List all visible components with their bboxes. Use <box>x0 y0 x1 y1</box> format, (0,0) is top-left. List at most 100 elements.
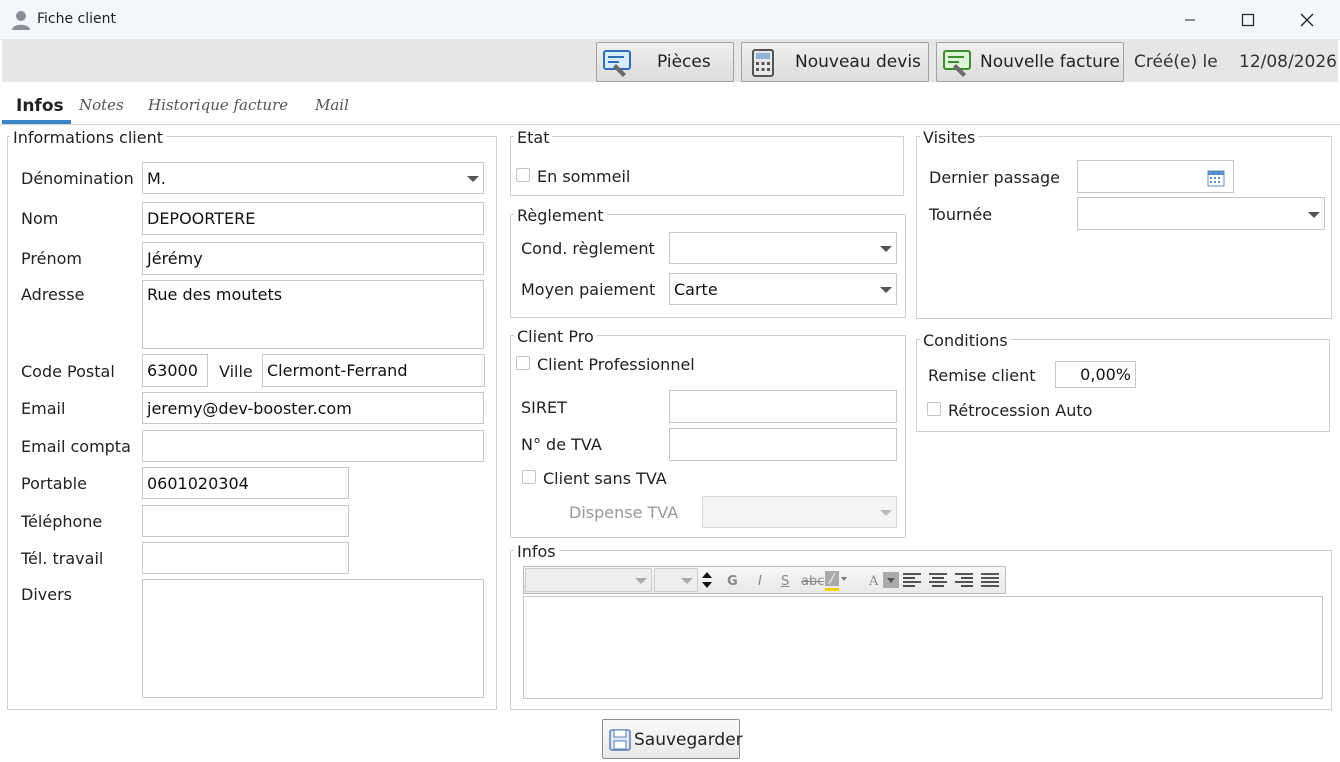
telephone-field[interactable] <box>142 505 349 537</box>
adresse-field[interactable]: Rue des moutets <box>142 280 484 349</box>
moyen-paiement-label: Moyen paiement <box>521 280 656 299</box>
new-quote-button[interactable]: Nouveau devis <box>741 42 929 82</box>
close-button[interactable] <box>1284 6 1330 34</box>
email-compta-label: Email compta <box>21 437 131 456</box>
tournee-select[interactable] <box>1077 197 1325 230</box>
nom-field[interactable]: DEPOORTERE <box>142 202 484 235</box>
client-pro-title: Client Pro <box>514 327 597 346</box>
siret-field[interactable] <box>669 390 897 423</box>
title-bar <box>0 0 1340 40</box>
dispense-tva-select[interactable] <box>702 496 897 528</box>
infos-editor[interactable] <box>523 596 1323 699</box>
ville-label: Ville <box>219 362 253 381</box>
save-label: Sauvegarder <box>634 730 743 750</box>
close-icon <box>1300 13 1314 27</box>
chevron-down-icon <box>880 287 892 293</box>
adresse-label: Adresse <box>21 285 85 304</box>
siret-label: SIRET <box>521 398 567 417</box>
chevron-down-icon <box>681 578 693 584</box>
created-date: 12/08/2026 <box>1239 52 1337 72</box>
cond-reglement-select[interactable] <box>669 232 897 264</box>
etat-group <box>510 136 904 196</box>
new-invoice-button[interactable]: Nouvelle facture <box>936 42 1124 82</box>
dernier-passage-field[interactable] <box>1077 160 1234 193</box>
divers-field[interactable] <box>142 579 484 698</box>
nom-label: Nom <box>21 209 59 228</box>
ville-field[interactable]: Clermont-Ferrand <box>262 354 485 387</box>
portable-label: Portable <box>21 474 87 493</box>
tabs-divider <box>0 124 1340 125</box>
remise-label: Remise client <box>928 366 1036 385</box>
etat-title: Etat <box>514 128 553 147</box>
moyen-paiement-select[interactable]: Carte <box>669 273 897 305</box>
new-invoice-label: Nouvelle facture <box>980 52 1120 72</box>
denomination-value: M. <box>147 168 166 188</box>
calculator-icon <box>752 49 774 77</box>
spinner-icon[interactable] <box>700 569 714 591</box>
italic-button[interactable]: I <box>758 574 762 589</box>
sans-tva-label: Client sans TVA <box>543 469 667 488</box>
sans-tva-checkbox[interactable] <box>522 470 536 484</box>
visites-title: Visites <box>920 128 979 147</box>
minimize-icon <box>1185 19 1195 21</box>
font-size-select[interactable] <box>654 568 698 592</box>
sommeil-checkbox[interactable] <box>516 168 530 182</box>
tab-history[interactable]: Historique facture <box>148 96 288 114</box>
tab-notes[interactable]: Notes <box>79 96 124 114</box>
tournee-label: Tournée <box>929 205 993 224</box>
client-pro-label: Client Professionnel <box>537 355 695 374</box>
reglement-title: Règlement <box>514 206 607 225</box>
divers-label: Divers <box>21 585 72 604</box>
font-color-dropdown-icon[interactable] <box>883 572 899 588</box>
denomination-label: Dénomination <box>21 169 134 188</box>
retrocession-label: Rétrocession Auto <box>948 401 1093 420</box>
portable-field[interactable]: 0601020304 <box>142 467 349 499</box>
font-family-select[interactable] <box>525 568 652 592</box>
user-icon <box>12 11 30 30</box>
alignment-icons[interactable] <box>903 572 999 588</box>
tva-label: N° de TVA <box>521 435 602 454</box>
tel-travail-label: Tél. travail <box>21 549 104 568</box>
highlight-icon[interactable] <box>825 571 847 593</box>
prenom-field[interactable]: Jérémy <box>142 242 484 275</box>
dernier-passage-label: Dernier passage <box>929 168 1060 187</box>
email-label: Email <box>21 399 66 418</box>
client-info-title: Informations client <box>10 128 166 147</box>
strikethrough-button[interactable]: abc <box>801 574 824 589</box>
retrocession-checkbox[interactable] <box>927 402 941 416</box>
calendar-icon[interactable] <box>1207 169 1225 187</box>
infos-title: Infos <box>514 542 559 561</box>
sommeil-label: En sommeil <box>537 167 631 186</box>
pieces-button[interactable]: Pièces <box>596 42 734 82</box>
bold-button[interactable]: G <box>727 574 738 589</box>
cond-reglement-label: Cond. règlement <box>521 239 655 258</box>
pieces-label: Pièces <box>657 52 711 72</box>
chevron-down-icon <box>880 246 892 252</box>
pieces-icon <box>603 50 631 77</box>
font-color-button[interactable]: A <box>869 574 878 589</box>
invoice-icon <box>943 50 971 77</box>
email-compta-field[interactable] <box>142 430 484 462</box>
chevron-down-icon <box>635 578 647 584</box>
remise-field[interactable]: 0,00% <box>1055 361 1136 388</box>
tab-infos[interactable]: Infos <box>16 96 64 116</box>
dispense-tva-label: Dispense TVA <box>569 503 679 522</box>
tel-travail-field[interactable] <box>142 542 349 574</box>
denomination-select[interactable]: M. <box>142 162 484 194</box>
new-quote-label: Nouveau devis <box>795 52 921 72</box>
underline-button[interactable]: S <box>781 574 789 589</box>
save-icon <box>609 729 631 751</box>
email-field[interactable]: jeremy@dev-booster.com <box>142 392 484 424</box>
maximize-button[interactable] <box>1225 6 1271 34</box>
cp-field[interactable]: 63000 <box>142 354 208 387</box>
cp-label: Code Postal <box>21 362 115 381</box>
tab-mail[interactable]: Mail <box>315 96 349 114</box>
created-label: Créé(e) le <box>1134 52 1218 72</box>
prenom-label: Prénom <box>21 249 82 268</box>
chevron-down-icon <box>1308 211 1320 218</box>
client-pro-checkbox[interactable] <box>516 356 530 370</box>
chevron-down-icon <box>880 510 892 516</box>
save-button[interactable]: Sauvegarder <box>602 719 743 759</box>
tva-field[interactable] <box>669 428 897 461</box>
minimize-button[interactable] <box>1167 6 1213 34</box>
